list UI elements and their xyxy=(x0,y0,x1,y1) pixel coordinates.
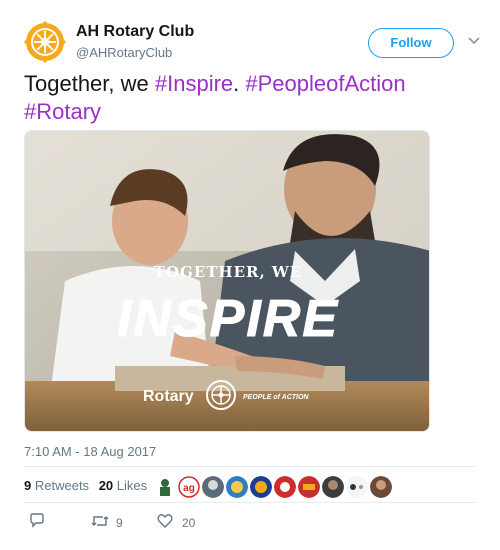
account-handle[interactable]: @AHRotaryClub xyxy=(76,45,172,60)
retweets-stat[interactable]: 9 Retweets xyxy=(24,478,89,493)
overlay-line2: INSPIRE xyxy=(117,290,339,348)
liker-avatar[interactable] xyxy=(250,476,272,498)
liker-avatar[interactable] xyxy=(370,476,392,498)
retweets-count: 9 xyxy=(24,478,32,493)
divider-top xyxy=(24,466,476,467)
rotary-logo-avatar[interactable] xyxy=(24,21,66,63)
tweet-actions: 9 20 xyxy=(24,510,324,536)
hashtag-rotary[interactable]: #Rotary xyxy=(24,99,101,124)
tweet-text-prefix: Together, we xyxy=(24,71,155,96)
liker-avatar[interactable] xyxy=(274,476,296,498)
tweet-stats: 9 Retweets 20 Likes xyxy=(24,478,153,498)
likes-count: 20 xyxy=(98,478,114,493)
heart-icon xyxy=(157,514,173,528)
rotary-wordmark: Rotary xyxy=(143,388,194,405)
like-count: 20 xyxy=(182,516,196,530)
rotary-tagline: PEOPLE of ACTION xyxy=(243,394,309,401)
chevron-down-icon[interactable] xyxy=(464,30,484,50)
liker-avatar[interactable] xyxy=(322,476,344,498)
liker-avatar[interactable] xyxy=(346,476,368,498)
tweet-text: Together, we #Inspire. #PeopleofAction #… xyxy=(24,70,480,126)
tweet-header: AH Rotary Club @AHRotaryClub Follow xyxy=(24,18,480,66)
hashtag-inspire[interactable]: #Inspire xyxy=(155,71,233,96)
retweets-label: Retweets xyxy=(34,478,90,493)
follow-button[interactable]: Follow xyxy=(368,28,454,58)
liker-avatar[interactable] xyxy=(202,476,224,498)
overlay-line1: TOGETHER, WE xyxy=(154,263,302,281)
reply-icon xyxy=(30,513,44,528)
retweet-icon xyxy=(91,516,109,526)
hashtag-peopleofaction[interactable]: #PeopleofAction xyxy=(245,71,405,96)
svg-text:ag: ag xyxy=(183,483,195,494)
account-name[interactable]: AH Rotary Club xyxy=(76,23,194,41)
likes-stat[interactable]: 20 Likes xyxy=(99,478,147,493)
tweet-image[interactable]: TOGETHER, WE INSPIRE Rotary PEOPLE of AC… xyxy=(24,130,430,432)
liker-avatar[interactable]: ag xyxy=(178,476,200,498)
likes-label: Likes xyxy=(116,478,148,493)
liker-avatar[interactable] xyxy=(154,476,176,498)
divider-bottom xyxy=(24,502,476,503)
tweet-separator: . xyxy=(233,71,246,96)
liker-avatar[interactable] xyxy=(226,476,248,498)
liker-avatar[interactable] xyxy=(298,476,320,498)
retweet-count: 9 xyxy=(116,516,123,530)
tweet-timestamp[interactable]: 7:10 AM - 18 Aug 2017 xyxy=(24,444,156,459)
